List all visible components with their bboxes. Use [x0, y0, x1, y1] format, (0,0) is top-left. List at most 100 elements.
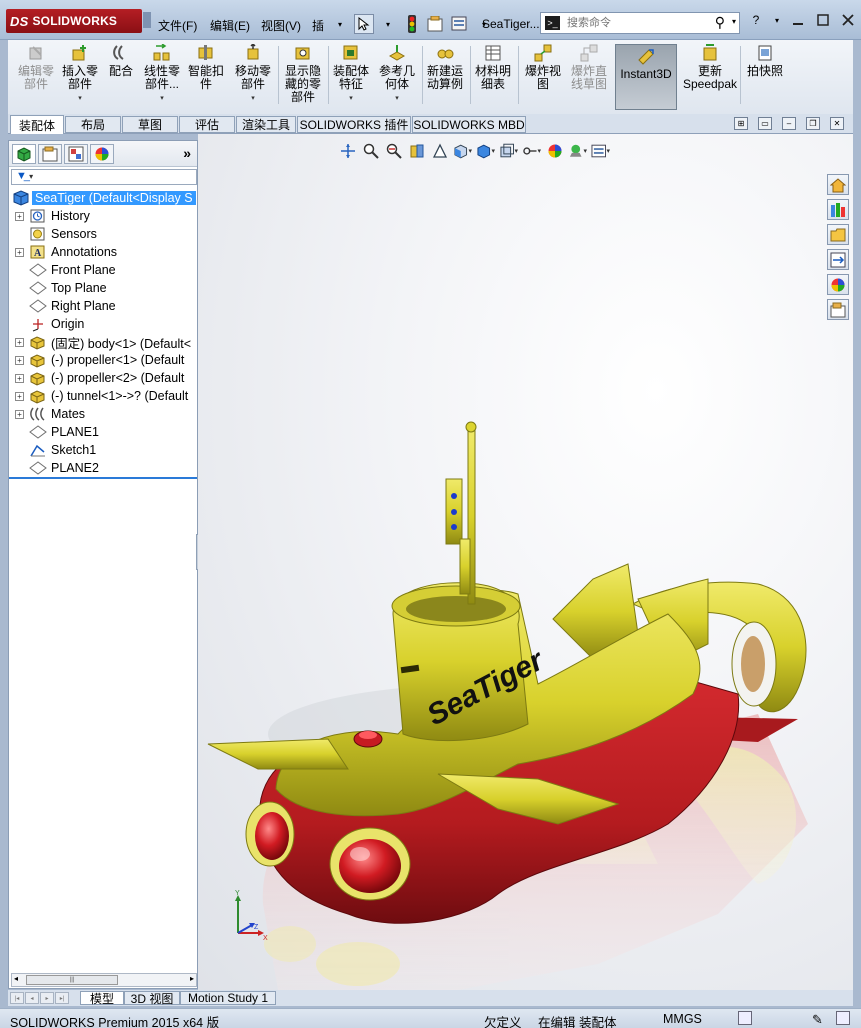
- select-dropdown-icon[interactable]: ▾: [378, 14, 398, 34]
- tab-3d-views[interactable]: 3D 视图: [124, 991, 180, 1006]
- tab-last-icon[interactable]: ▸|: [55, 992, 69, 1004]
- restore-icon[interactable]: [815, 12, 831, 28]
- dynamic-annotation-icon[interactable]: [430, 141, 449, 160]
- help-icon[interactable]: ?: [748, 12, 764, 28]
- design-library-icon[interactable]: [827, 199, 849, 220]
- scroll-thumb[interactable]: |||: [26, 975, 118, 985]
- assembly-features-dropdown-icon[interactable]: ▾: [349, 92, 353, 105]
- new-motion-study-button[interactable]: 新建运 动算例: [424, 44, 466, 91]
- insert-component-dropdown-icon[interactable]: ▾: [78, 92, 82, 105]
- expand-icon[interactable]: +: [15, 409, 24, 419]
- close-icon[interactable]: [840, 12, 856, 28]
- tree-item-right-plane[interactable]: Right Plane: [9, 297, 197, 315]
- tree-item-tunnel[interactable]: + (-) tunnel<1>->? (Default: [9, 387, 197, 405]
- tree-item-mates[interactable]: + Mates: [9, 405, 197, 423]
- expand-icon[interactable]: +: [15, 373, 24, 383]
- hide-show-items-icon[interactable]: ▾: [499, 141, 518, 160]
- move-component-dropdown-icon[interactable]: ▾: [251, 92, 255, 105]
- explode-line-sketch-button[interactable]: 爆炸直 线草图: [568, 44, 610, 91]
- tab-sketch[interactable]: 草图: [122, 116, 178, 133]
- help-dropdown-icon[interactable]: ▾: [773, 12, 781, 28]
- expand-icon[interactable]: +: [15, 337, 24, 347]
- split-icon[interactable]: ▭: [758, 117, 772, 130]
- tree-item-sketch1[interactable]: Sketch1: [9, 441, 197, 459]
- search-commands-box[interactable]: >_ ⚲ ▾: [540, 12, 740, 34]
- tab-model[interactable]: 模型: [80, 991, 124, 1006]
- view-settings-icon[interactable]: ▾: [591, 141, 610, 160]
- tab-solidworks-mbd[interactable]: SOLIDWORKS MBD: [412, 116, 526, 133]
- scroll-right-icon[interactable]: ▸: [190, 974, 194, 983]
- tree-filter[interactable]: ▼̲ ▾: [11, 169, 197, 185]
- assembly-features-button[interactable]: 装配体 特征 ▾: [330, 44, 372, 105]
- tree-item-propeller-1[interactable]: + (-) propeller<1> (Default: [9, 351, 197, 369]
- apply-scene-icon[interactable]: [545, 141, 564, 160]
- tab-configurationmanager[interactable]: [64, 144, 88, 164]
- tab-motion-study-1[interactable]: Motion Study 1: [180, 991, 276, 1005]
- doc-minimize-icon[interactable]: –: [782, 117, 796, 130]
- menu-insert[interactable]: 插: [312, 17, 330, 34]
- file-explorer-icon[interactable]: [827, 224, 849, 245]
- expand-icon[interactable]: +: [15, 355, 24, 365]
- doc-restore-icon[interactable]: ❐: [806, 117, 820, 130]
- show-hidden-components-button[interactable]: 显示隐 藏的零 部件: [282, 44, 324, 104]
- exploded-view-button[interactable]: 爆炸视 图: [522, 44, 564, 91]
- reference-geometry-button[interactable]: 参考几 何体 ▾: [376, 44, 418, 105]
- scene-icon[interactable]: ▾: [568, 141, 587, 160]
- graphics-area[interactable]: ▾ ▾ ▾ ▾ ▾ ▾ SeaTiger Y X Z: [198, 134, 853, 990]
- zoom-to-area-icon[interactable]: [361, 141, 380, 160]
- tile-icon[interactable]: ⊞: [734, 117, 748, 130]
- edit-appearance-icon[interactable]: ▾: [522, 141, 541, 160]
- tab-featuremanager[interactable]: [12, 144, 36, 164]
- panel-more-icon[interactable]: »: [183, 145, 191, 161]
- move-component-button[interactable]: 移动零 部件 ▾: [232, 44, 274, 105]
- instant3d-button[interactable]: Instant3D: [615, 44, 677, 110]
- smart-fasteners-button[interactable]: 智能扣 件: [186, 44, 226, 91]
- tree-item-plane1[interactable]: PLANE1: [9, 423, 197, 441]
- linear-pattern-dropdown-icon[interactable]: ▾: [160, 92, 164, 105]
- rebuild-status-icon[interactable]: ✎: [812, 1012, 823, 1028]
- solidworks-resources-icon[interactable]: [827, 174, 849, 195]
- section-view-icon[interactable]: [407, 141, 426, 160]
- tab-propertymanager[interactable]: [38, 144, 62, 164]
- view-orientation-icon[interactable]: ▾: [453, 141, 472, 160]
- options-icon[interactable]: [450, 14, 470, 34]
- tab-prev-icon[interactable]: ◂: [25, 992, 39, 1004]
- units-dropdown-icon[interactable]: [738, 1011, 752, 1025]
- edit-component-button[interactable]: 编辑零 部件: [16, 44, 56, 91]
- scroll-left-icon[interactable]: ◂: [14, 974, 18, 983]
- expand-icon[interactable]: +: [15, 391, 24, 401]
- rollback-bar[interactable]: [9, 477, 197, 479]
- tree-item-propeller-2[interactable]: + (-) propeller<2> (Default: [9, 369, 197, 387]
- rebuild-traffic-light-icon[interactable]: [402, 14, 422, 34]
- linear-pattern-button[interactable]: 线性零 部件... ▾: [140, 44, 184, 105]
- menu-expand-handle[interactable]: [143, 12, 151, 28]
- take-snapshot-button[interactable]: 拍快照: [744, 44, 786, 78]
- search-icon[interactable]: ⚲: [715, 14, 725, 31]
- tab-assembly[interactable]: 装配体: [10, 115, 64, 134]
- select-pointer-icon[interactable]: [354, 14, 374, 34]
- tab-next-icon[interactable]: ▸: [40, 992, 54, 1004]
- status-options-icon[interactable]: [836, 1011, 850, 1025]
- reference-geometry-dropdown-icon[interactable]: ▾: [395, 92, 399, 105]
- solidworks-logo[interactable]: DS SOLIDWORKS: [6, 9, 142, 33]
- tab-layout[interactable]: 布局: [65, 116, 121, 133]
- filter-dropdown-icon[interactable]: ▾: [27, 172, 33, 181]
- search-input[interactable]: [567, 15, 717, 31]
- horizontal-scrollbar[interactable]: ◂ ||| ▸: [11, 973, 197, 987]
- tree-item-body[interactable]: + (固定) body<1> (Default<: [9, 333, 197, 351]
- expand-icon[interactable]: +: [15, 211, 24, 221]
- update-speedpak-button[interactable]: 更新 Speedpak: [682, 44, 738, 91]
- status-units[interactable]: MMGS: [663, 1012, 702, 1026]
- tab-displaymanager[interactable]: [90, 144, 114, 164]
- tree-item-history[interactable]: + History: [9, 207, 197, 225]
- tab-solidworks-addins[interactable]: SOLIDWORKS 插件: [297, 116, 411, 133]
- tree-root-assembly[interactable]: SeaTiger (Default<Display S: [9, 189, 197, 207]
- seatiger-submarine-model[interactable]: SeaTiger: [198, 264, 853, 990]
- tab-render-tools[interactable]: 渲染工具: [236, 116, 296, 133]
- zoom-to-fit-icon[interactable]: [338, 141, 357, 160]
- search-dropdown-icon[interactable]: ▾: [732, 17, 736, 26]
- menu-file[interactable]: 文件(F): [158, 17, 197, 34]
- expand-icon[interactable]: +: [15, 247, 24, 257]
- display-style-icon[interactable]: ▾: [476, 141, 495, 160]
- file-properties-icon[interactable]: [426, 14, 446, 34]
